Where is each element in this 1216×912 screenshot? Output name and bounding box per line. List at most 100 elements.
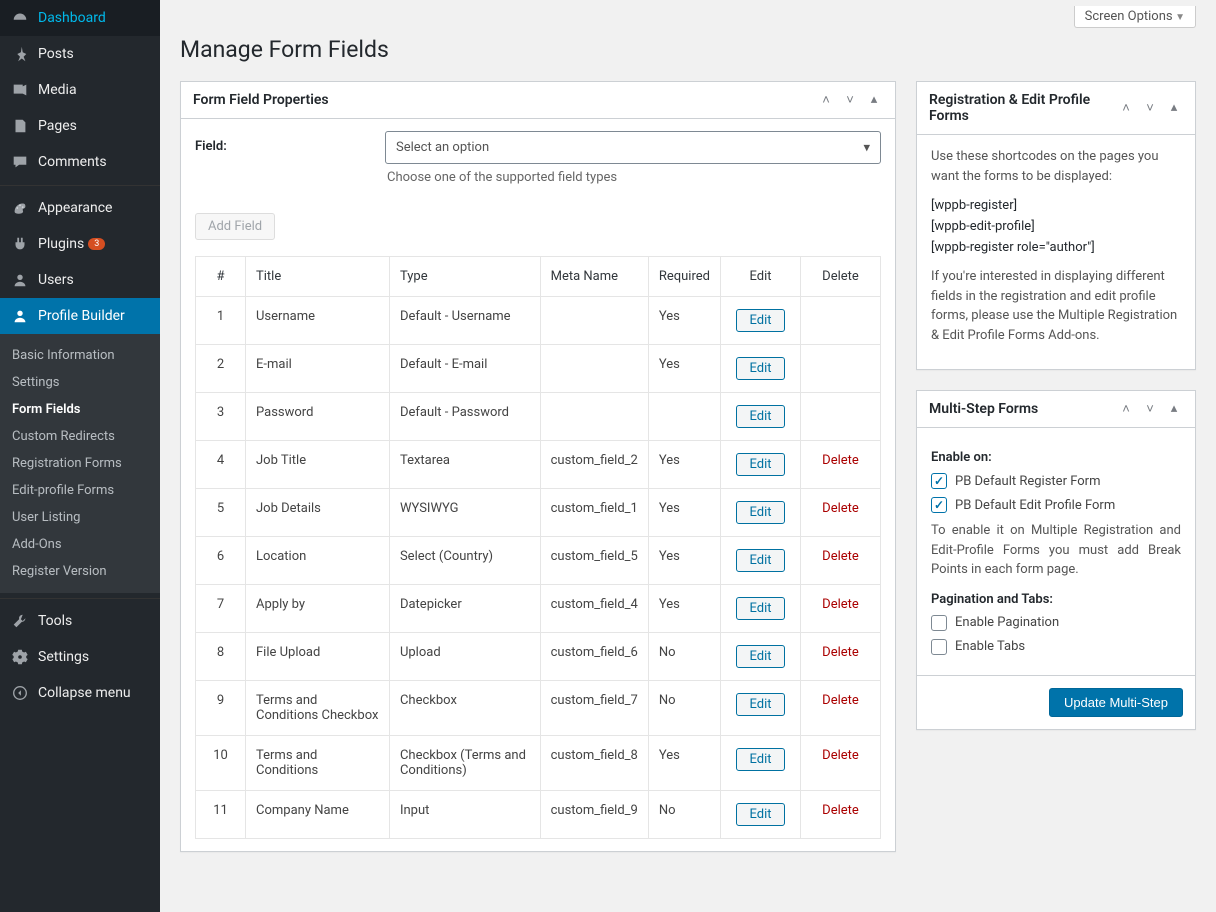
multistep-forms-box: Multi-Step Forms ˄ ˅ ▴ Enable on: PB Def… (916, 390, 1196, 730)
submenu-item-basic-information[interactable]: Basic Information (0, 342, 160, 369)
submenu-item-register-version[interactable]: Register Version (0, 558, 160, 585)
submenu-item-edit-profile-forms[interactable]: Edit-profile Forms (0, 477, 160, 504)
row-required: Yes (648, 345, 720, 393)
table-row: 2E-mailDefault - E-mail Yes Edit (196, 345, 881, 393)
chevron-up-icon[interactable]: ˄ (1117, 100, 1135, 116)
row-number: 4 (196, 441, 246, 489)
sidebar-item-settings[interactable]: Settings (0, 639, 160, 675)
sidebar-item-tools[interactable]: Tools (0, 598, 160, 639)
update-multistep-button[interactable]: Update Multi-Step (1049, 688, 1183, 717)
field-type-select[interactable]: Select an option (385, 131, 881, 164)
table-row: 5Job DetailsWYSIWYGcustom_field_1YesEdit… (196, 489, 881, 537)
row-title: Company Name (246, 791, 390, 839)
caret-up-icon[interactable]: ▴ (1165, 100, 1183, 116)
row-meta: custom_field_4 (540, 585, 648, 633)
delete-link[interactable]: Delete (822, 645, 859, 660)
sidebar-item-plugins[interactable]: Plugins3 (0, 226, 160, 262)
ms-note: To enable it on Multiple Registration an… (931, 521, 1181, 580)
edit-button[interactable]: Edit (736, 693, 784, 716)
row-required: Yes (648, 736, 720, 791)
row-meta (540, 297, 648, 345)
row-number: 2 (196, 345, 246, 393)
row-type: Textarea (389, 441, 540, 489)
delete-link[interactable]: Delete (822, 597, 859, 612)
table-row: 7Apply byDatepickercustom_field_4YesEdit… (196, 585, 881, 633)
sidebar-item-label: Comments (38, 154, 107, 170)
row-number: 5 (196, 489, 246, 537)
sidebar-item-users[interactable]: Users (0, 262, 160, 298)
row-number: 3 (196, 393, 246, 441)
checkbox-editprofile-form[interactable] (931, 497, 947, 513)
edit-button[interactable]: Edit (736, 357, 784, 380)
caret-up-icon[interactable]: ▴ (865, 92, 883, 108)
row-meta: custom_field_8 (540, 736, 648, 791)
sidebar-item-profile-builder[interactable]: Profile Builder (0, 298, 160, 334)
sidebar-item-label: Tools (38, 613, 72, 629)
delete-link[interactable]: Delete (822, 549, 859, 564)
edit-button[interactable]: Edit (736, 309, 784, 332)
submenu-item-add-ons[interactable]: Add-Ons (0, 531, 160, 558)
chevron-down-icon[interactable]: ˅ (1141, 100, 1159, 116)
row-type: Default - Username (389, 297, 540, 345)
row-type: WYSIWYG (389, 489, 540, 537)
checkbox-label: Enable Tabs (955, 639, 1025, 654)
submenu-item-custom-redirects[interactable]: Custom Redirects (0, 423, 160, 450)
delete-link[interactable]: Delete (822, 453, 859, 468)
checkbox-enable-pagination[interactable] (931, 615, 947, 631)
sidebar-item-comments[interactable]: Comments (0, 144, 160, 180)
chevron-up-icon[interactable]: ˄ (1117, 401, 1135, 417)
sidebar-item-collapse-menu[interactable]: Collapse menu (0, 675, 160, 711)
row-type: Default - E-mail (389, 345, 540, 393)
edit-button[interactable]: Edit (736, 405, 784, 428)
edit-button[interactable]: Edit (736, 597, 784, 620)
users-icon (10, 270, 30, 290)
checkbox-label: Enable Pagination (955, 615, 1059, 630)
submenu-item-form-fields[interactable]: Form Fields (0, 396, 160, 423)
edit-button[interactable]: Edit (736, 803, 784, 826)
table-row: 9Terms and Conditions CheckboxCheckboxcu… (196, 681, 881, 736)
chevron-down-icon[interactable]: ˅ (841, 92, 859, 108)
collapse-icon (10, 683, 30, 703)
edit-button[interactable]: Edit (736, 645, 784, 668)
row-type: Checkbox (389, 681, 540, 736)
sidebar-item-pages[interactable]: Pages (0, 108, 160, 144)
row-number: 9 (196, 681, 246, 736)
edit-button[interactable]: Edit (736, 453, 784, 476)
edit-button[interactable]: Edit (736, 549, 784, 572)
delete-link[interactable]: Delete (822, 748, 859, 763)
sidebar-item-appearance[interactable]: Appearance (0, 185, 160, 226)
reg-intro: Use these shortcodes on the pages you wa… (931, 147, 1181, 186)
delete-link[interactable]: Delete (822, 501, 859, 516)
chevron-down-icon[interactable]: ˅ (1141, 401, 1159, 417)
row-type: Default - Password (389, 393, 540, 441)
delete-link[interactable]: Delete (822, 693, 859, 708)
sidebar-item-dashboard[interactable]: Dashboard (0, 0, 160, 36)
row-meta: custom_field_7 (540, 681, 648, 736)
row-meta: custom_field_5 (540, 537, 648, 585)
row-number: 1 (196, 297, 246, 345)
edit-button[interactable]: Edit (736, 748, 784, 771)
sidebar-item-media[interactable]: Media (0, 72, 160, 108)
submenu-item-user-listing[interactable]: User Listing (0, 504, 160, 531)
row-title: Job Title (246, 441, 390, 489)
sidebar-item-posts[interactable]: Posts (0, 36, 160, 72)
delete-link[interactable]: Delete (822, 803, 859, 818)
chevron-up-icon[interactable]: ˄ (817, 92, 835, 108)
caret-up-icon[interactable]: ▴ (1165, 401, 1183, 417)
enable-on-label: Enable on: (931, 450, 1181, 465)
th-delete: Delete (801, 257, 881, 297)
th-type: Type (389, 257, 540, 297)
submenu-item-settings[interactable]: Settings (0, 369, 160, 396)
row-required: Yes (648, 489, 720, 537)
shortcode: [wppb-edit-profile] (931, 219, 1181, 234)
screen-options-button[interactable]: Screen Options (1074, 6, 1196, 28)
edit-button[interactable]: Edit (736, 501, 784, 524)
checkbox-enable-tabs[interactable] (931, 639, 947, 655)
sidebar-item-label: Collapse menu (38, 685, 131, 701)
profile-icon (10, 306, 30, 326)
submenu-item-registration-forms[interactable]: Registration Forms (0, 450, 160, 477)
checkbox-register-form[interactable] (931, 473, 947, 489)
row-required: No (648, 681, 720, 736)
checkbox-label: PB Default Register Form (955, 474, 1100, 489)
row-title: E-mail (246, 345, 390, 393)
